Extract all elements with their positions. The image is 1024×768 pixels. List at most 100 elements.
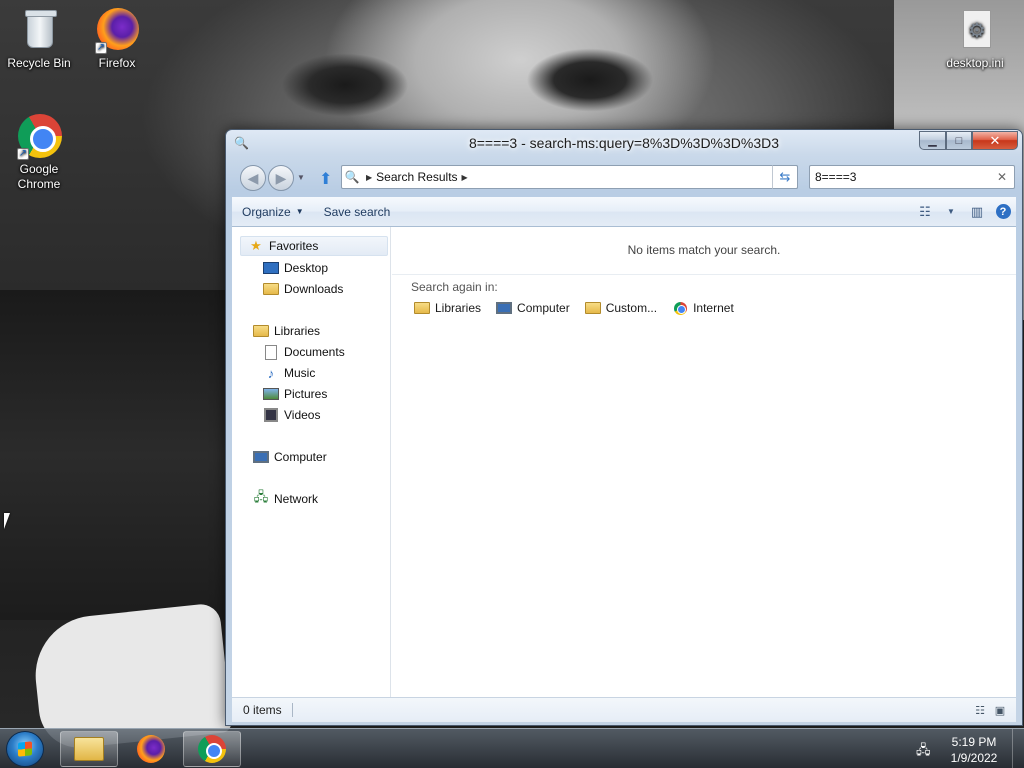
status-view-buttons: ☷ ▣ <box>970 704 1010 717</box>
taskbar: 🖧 5:19 PM 1/9/2022 <box>0 728 1024 768</box>
up-arrow-icon[interactable]: ⬆ <box>319 169 332 189</box>
search-again-internet[interactable]: Internet <box>671 301 734 315</box>
nav-item-label: Downloads <box>284 282 344 296</box>
downloads-folder-icon <box>262 281 280 297</box>
recent-pages-dropdown[interactable]: ▼ <box>297 173 305 182</box>
nav-item-label: Libraries <box>274 324 321 338</box>
libraries-icon <box>252 323 270 339</box>
desktop-icon-desktop-ini[interactable]: desktop.ini <box>938 6 1012 71</box>
results-pane: No items match your search. Search again… <box>392 227 1016 697</box>
desktop-icon-firefox[interactable]: ↗ Firefox <box>80 6 154 71</box>
libraries-icon <box>413 301 431 315</box>
star-icon: ★ <box>250 238 262 253</box>
chrome-icon <box>198 735 226 763</box>
nav-item-label: Computer <box>274 450 327 464</box>
computer-icon <box>252 449 270 465</box>
window-body: ★ Favorites Desktop Downloads Libraries … <box>232 227 1016 697</box>
breadcrumb-search-results[interactable]: Search Results <box>376 170 457 184</box>
show-desktop-button[interactable] <box>1012 729 1024 768</box>
film-icon <box>262 407 280 423</box>
nav-item-libraries[interactable]: Libraries <box>252 321 320 341</box>
desktop-icon-label: desktop.ini <box>946 56 1004 70</box>
minimize-button[interactable]: ▁ <box>919 131 946 150</box>
start-button[interactable] <box>6 731 44 767</box>
maximize-button[interactable]: □ <box>946 131 972 150</box>
explorer-window: 🔍 8====3 - search-ms:query=8%3D%3D%3D%3D… <box>225 129 1023 726</box>
taskbar-firefox-button[interactable] <box>122 731 180 767</box>
music-note-icon: ♪ <box>267 365 275 381</box>
nav-item-label: Desktop <box>284 261 329 275</box>
taskbar-chrome-button[interactable] <box>183 731 241 767</box>
network-tray-icon[interactable]: 🖧 <box>916 741 931 763</box>
large-icons-view-icon[interactable]: ▣ <box>990 704 1010 717</box>
nav-item-pictures[interactable]: Pictures <box>262 384 327 404</box>
preview-pane-icon: ▥ <box>970 203 984 219</box>
search-box[interactable]: ✕ <box>809 165 1015 189</box>
search-again-label-computer: Computer <box>517 301 570 315</box>
details-view-icon[interactable]: ☷ <box>970 704 990 717</box>
window-title: 8====3 - search-ms:query=8%3D%3D%3D%3D3 <box>468 135 780 151</box>
computer-icon <box>495 301 513 315</box>
chevron-down-icon: ▼ <box>947 207 955 216</box>
view-options-dropdown[interactable]: ▼ <box>938 201 964 223</box>
nav-item-computer[interactable]: Computer <box>252 447 327 467</box>
arrow-right-icon: ▶ <box>275 169 287 186</box>
organize-button[interactable]: Organize ▼ <box>232 205 314 219</box>
close-icon: ✕ <box>989 132 1001 148</box>
network-icon: 🖧 <box>253 489 269 504</box>
document-icon <box>262 344 280 360</box>
nav-item-downloads[interactable]: Downloads <box>262 279 343 299</box>
minimize-icon: ▁ <box>928 135 937 147</box>
maximize-icon: □ <box>955 134 963 147</box>
change-view-button[interactable]: ☷ <box>912 201 938 223</box>
nav-item-label: Network <box>274 492 319 506</box>
breadcrumb-chevron-icon[interactable]: ▶ <box>366 173 372 182</box>
search-again-label: Search again in: <box>411 280 498 294</box>
clock-time: 5:19 PM <box>951 735 997 749</box>
caption-buttons: ▁ □ ✕ <box>919 131 1018 150</box>
refresh-button[interactable]: ⇆ <box>772 165 798 189</box>
nav-item-network[interactable]: 🖧 Network <box>252 489 318 509</box>
wallpaper-shadow-band <box>0 290 230 620</box>
search-again-libraries[interactable]: Libraries <box>413 301 481 315</box>
desktop-icon-recycle-bin[interactable]: Recycle Bin <box>2 6 76 71</box>
recycle-bin-icon <box>15 6 63 54</box>
clear-search-icon[interactable]: ✕ <box>997 170 1007 184</box>
system-clock[interactable]: 5:19 PM 1/9/2022 <box>940 734 1008 766</box>
firefox-icon <box>137 735 165 763</box>
folder-icon <box>74 737 104 761</box>
nav-item-desktop[interactable]: Desktop <box>262 258 328 278</box>
close-button[interactable]: ✕ <box>972 131 1018 150</box>
nav-item-label: Music <box>284 366 316 380</box>
settings-file-icon <box>951 6 999 54</box>
item-count: 0 items <box>232 703 293 717</box>
help-icon: ? <box>995 204 1011 219</box>
nav-item-favorites[interactable]: ★ Favorites <box>240 236 388 256</box>
navigation-pane: ★ Favorites Desktop Downloads Libraries … <box>232 227 391 697</box>
search-input[interactable] <box>815 170 985 184</box>
search-again-label-custom: Custom... <box>605 301 658 315</box>
search-again-label-internet: Internet <box>693 301 734 315</box>
nav-item-videos[interactable]: Videos <box>262 405 320 425</box>
search-again-options: Libraries Computer Custom... Internet <box>413 301 748 315</box>
title-bar[interactable]: 🔍 8====3 - search-ms:query=8%3D%3D%3D%3D… <box>226 130 1022 158</box>
search-again-computer[interactable]: Computer <box>495 301 570 315</box>
view-list-icon: ☷ <box>919 203 931 219</box>
back-button[interactable]: ◀ <box>240 165 266 191</box>
nav-item-music[interactable]: ♪ Music <box>262 363 316 383</box>
taskbar-explorer-button[interactable] <box>60 731 118 767</box>
desktop-icon-google-chrome[interactable]: ↗ Google Chrome <box>2 112 76 192</box>
forward-button[interactable]: ▶ <box>268 165 294 191</box>
nav-item-documents[interactable]: Documents <box>262 342 345 362</box>
preview-pane-button[interactable]: ▥ <box>964 201 990 223</box>
address-bar[interactable]: 🔍 ▶ Search Results ▶ ▼ <box>341 165 798 189</box>
status-bar: 0 items ☷ ▣ <box>232 697 1016 722</box>
help-button[interactable]: ? <box>990 201 1016 223</box>
refresh-icon: ⇆ <box>779 169 791 184</box>
save-search-button[interactable]: Save search <box>314 205 401 219</box>
empty-results-message: No items match your search. <box>392 227 1016 275</box>
navigation-row: ◀ ▶ ▼ ⬆ 🔍 ▶ Search Results ▶ ▼ ⇆ ✕ <box>226 163 1022 191</box>
search-again-custom[interactable]: Custom... <box>584 301 657 315</box>
breadcrumb-chevron-icon[interactable]: ▶ <box>462 173 468 182</box>
desktop-icon <box>262 260 280 276</box>
